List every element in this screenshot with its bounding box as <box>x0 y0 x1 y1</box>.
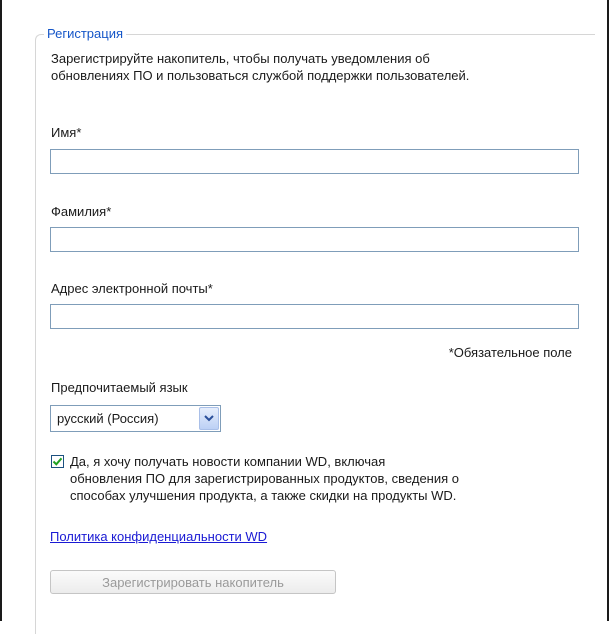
newsletter-line-3: способах улучшения продукта, а также ски… <box>70 488 457 503</box>
privacy-policy-link[interactable]: Политика конфиденциальности WD <box>50 529 267 545</box>
newsletter-label: Да, я хочу получать новости компании WD,… <box>70 453 585 504</box>
registration-panel: Регистрация Зарегистрируйте накопитель, … <box>0 0 609 634</box>
first-name-label: Имя* <box>51 125 82 140</box>
required-field-note: *Обязательное поле <box>448 345 572 360</box>
last-name-label: Фамилия* <box>51 204 112 219</box>
registration-legend: Регистрация <box>44 26 126 42</box>
last-name-input[interactable] <box>50 227 579 252</box>
intro-line-1: Зарегистрируйте накопитель, чтобы получа… <box>51 51 430 66</box>
first-name-input[interactable] <box>50 149 579 174</box>
intro-line-2: обновлениях ПО и пользоваться службой по… <box>51 68 470 83</box>
chevron-down-icon[interactable] <box>199 407 219 430</box>
register-drive-button[interactable]: Зарегистрировать накопитель <box>50 570 336 594</box>
language-select-value: русский (Россия) <box>57 411 159 426</box>
registration-intro: Зарегистрируйте накопитель, чтобы получа… <box>51 50 591 84</box>
checkmark-icon <box>52 457 63 466</box>
newsletter-line-2: обновления ПО для зарегистрированных про… <box>70 471 459 486</box>
language-select[interactable]: русский (Россия) <box>50 405 221 432</box>
newsletter-checkbox[interactable] <box>51 455 64 468</box>
email-input[interactable] <box>50 304 579 329</box>
language-label: Предпочитаемый язык <box>51 380 188 395</box>
email-label: Адрес электронной почты* <box>51 281 213 296</box>
newsletter-line-1: Да, я хочу получать новости компании WD,… <box>70 454 386 469</box>
